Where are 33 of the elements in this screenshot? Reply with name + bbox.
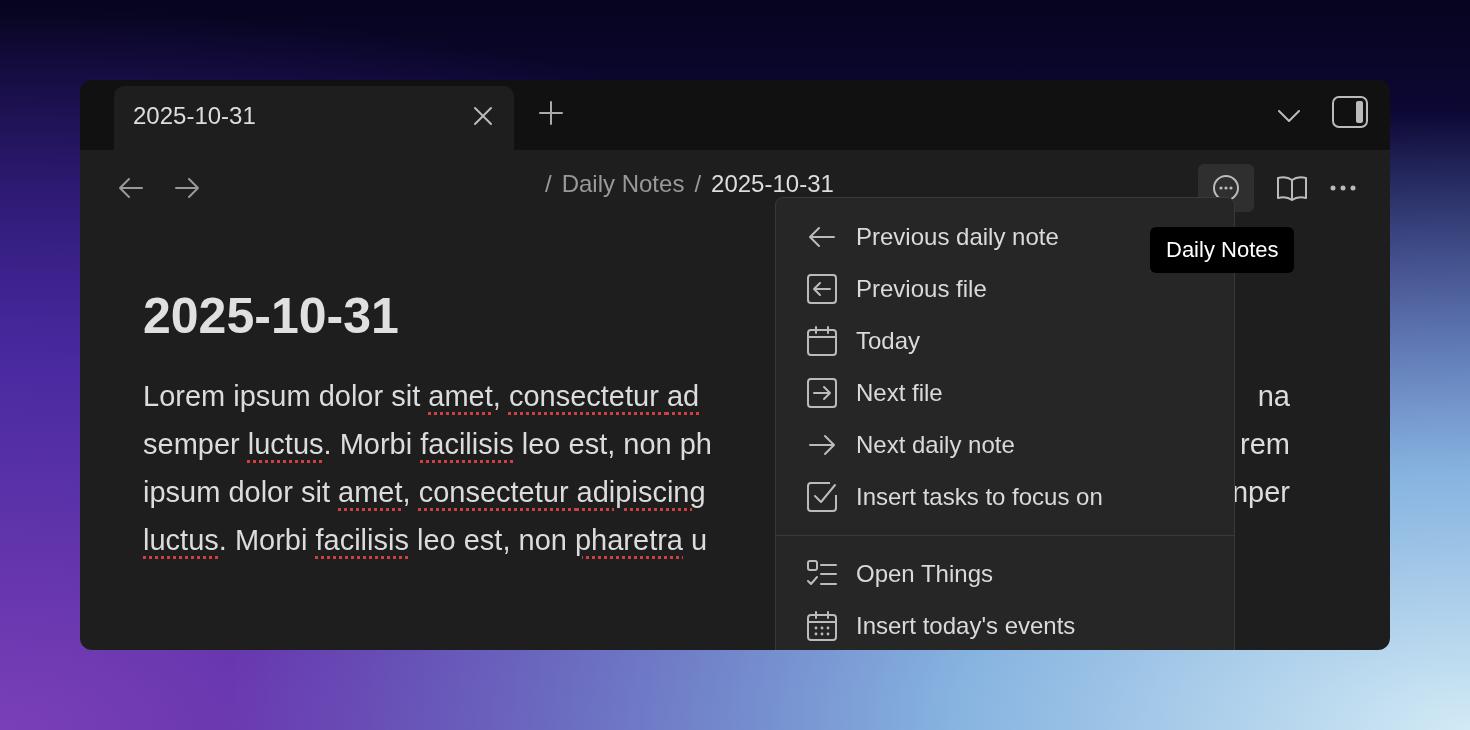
square-arrow-right-icon [806, 377, 838, 409]
back-icon[interactable] [118, 177, 144, 199]
calendar-icon [806, 325, 838, 357]
menu-item[interactable]: Insert today's events [776, 600, 1234, 650]
menu-item[interactable]: Next daily note [776, 419, 1234, 471]
menu-item[interactable]: Insert tasks to focus on [776, 471, 1234, 523]
note-heading: 2025-10-31 [143, 287, 399, 346]
calendar-grid-icon [806, 610, 838, 642]
forward-icon[interactable] [174, 177, 200, 199]
paragraph-line: luctus. Morbi facilisis leo est, non pharetra u [143, 523, 708, 558]
menu-item[interactable]: Today [776, 315, 1234, 367]
close-icon[interactable] [472, 105, 494, 127]
paragraph-line: nper [1231, 475, 1290, 510]
menu-item[interactable]: Open Things [776, 548, 1234, 600]
sidebar-toggle-icon[interactable] [1332, 96, 1368, 128]
square-arrow-left-icon [806, 273, 838, 305]
paragraph-line: na [1257, 379, 1290, 414]
paragraph-line: ipsum dolor sit amet, consectetur adipiscing [143, 475, 706, 510]
paragraph-line: semper luctus. Morbi facilisis leo est, non ph [143, 427, 712, 462]
breadcrumb-separator: / [545, 170, 552, 198]
book-icon[interactable] [1276, 175, 1308, 201]
chevron-down-icon[interactable] [1278, 110, 1300, 122]
menu-item[interactable]: Next file [776, 367, 1234, 419]
breadcrumb-item[interactable]: Daily Notes [561, 170, 685, 198]
breadcrumb-item[interactable]: 2025-10-31 [711, 170, 834, 198]
tooltip: Daily Notes [1150, 227, 1295, 273]
checkbox-icon [806, 481, 838, 513]
plus-icon[interactable] [538, 100, 564, 126]
paragraph-line: rem [1240, 427, 1290, 462]
more-icon[interactable] [1330, 185, 1356, 191]
note-tab[interactable]: 2025-10-31 [114, 86, 514, 150]
paragraph-line: Lorem ipsum dolor sit amet, consectetur ad [143, 379, 700, 414]
breadcrumb-separator: / [694, 170, 702, 198]
